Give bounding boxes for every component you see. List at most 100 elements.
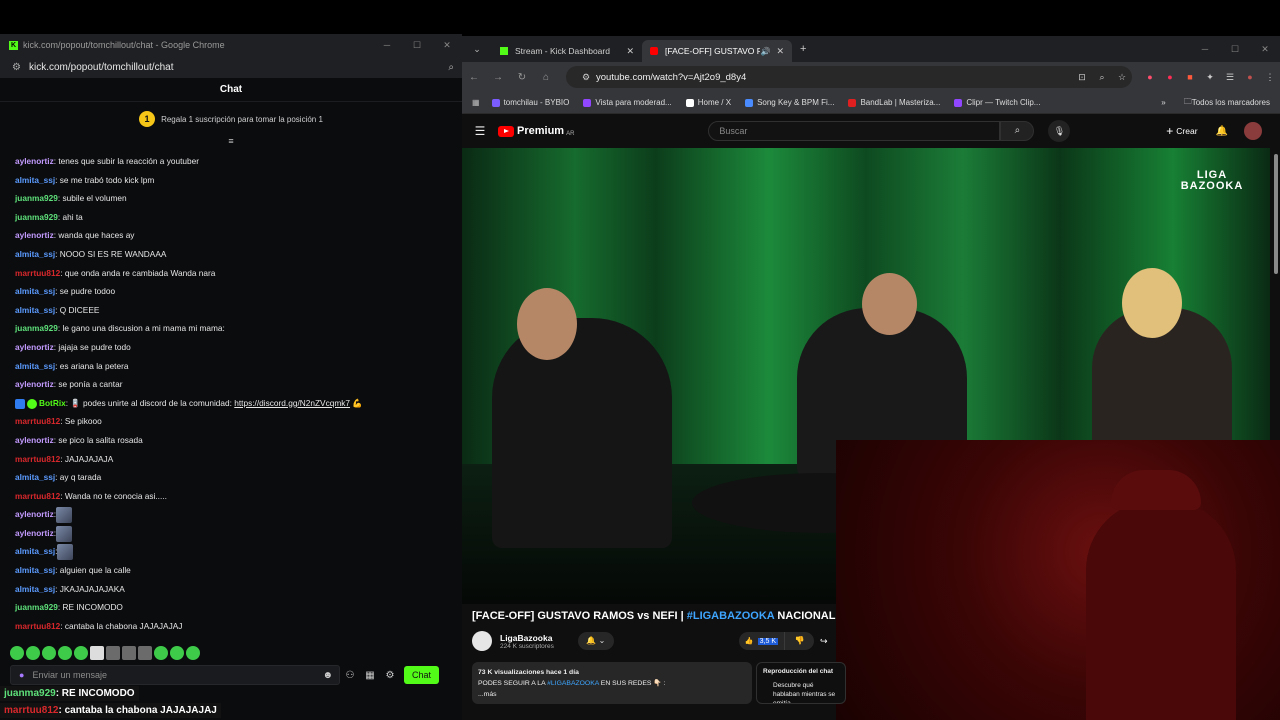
chat-message-input[interactable]: ● Enviar un mensaje ☻ [10,665,340,685]
bookmark-item[interactable]: Clipr — Twitch Clip... [954,98,1040,107]
back-icon[interactable]: ← [462,72,486,83]
tab-youtube-video[interactable]: [FACE-OFF] GUSTAVO RAMOS vs NEFI 🔊 ✕ [642,40,792,62]
emote[interactable] [154,646,168,660]
like-button[interactable]: 👍 3,5 K [738,632,784,650]
youtube-premium-logo[interactable]: Premium AR [498,125,574,137]
chat-settings-icon[interactable]: ⚙ [380,670,400,681]
emote[interactable] [42,646,56,660]
chat-username[interactable]: aylenortiz [15,528,54,538]
search-icon[interactable]: ⌕ [1000,121,1035,141]
page-scrollbar[interactable] [1274,154,1278,274]
emote[interactable] [138,646,152,660]
all-bookmarks-folder[interactable]: 🗀 Todos los marcadores [1184,96,1270,110]
chat-username[interactable]: almita_ssj [15,249,55,259]
store-icon[interactable]: ▦ [360,670,380,681]
voice-icon[interactable]: ● [19,670,24,680]
close-icon[interactable]: ✕ [1250,44,1280,55]
chat-username[interactable]: almita_ssj [15,305,55,315]
chat-link[interactable]: https://discord.gg/N2nZVcqmk7 [234,398,350,408]
video-title-hashtag[interactable]: #LIGABAZOOKA [687,610,775,622]
extension-icon[interactable]: ■ [1180,72,1200,82]
channel-info[interactable]: LigaBazooka 224 K suscriptores [500,633,554,650]
description-hashtag[interactable]: #LIGABAZOOKA [547,680,599,687]
forward-icon[interactable]: → [486,72,510,83]
chat-username[interactable]: aylenortiz [15,156,54,166]
mic-icon[interactable]: 🎙 [1048,120,1071,142]
avatar[interactable] [1244,122,1262,140]
bookmark-item[interactable]: BandLab | Masteriza... [848,98,940,107]
emote[interactable] [90,646,104,660]
emote[interactable] [106,646,120,660]
emoji-picker-icon[interactable]: ☻ [322,670,333,681]
chat-username[interactable]: aylenortiz [15,435,54,445]
bookmark-item[interactable]: tomchilau - BYBIO [491,98,569,107]
bookmark-item[interactable]: Song Key & BPM Fi... [745,98,834,107]
home-icon[interactable]: ⌂ [534,72,558,83]
chat-username[interactable]: aylenortiz [15,342,54,352]
chat-username[interactable]: almita_ssj [15,546,55,556]
more-bookmarks-icon[interactable]: » [1161,98,1165,107]
create-button[interactable]: + Crear [1166,124,1197,138]
extension-icon[interactable]: ● [1160,72,1180,82]
chat-username[interactable]: aylenortiz [15,230,54,240]
chat-username[interactable]: marrtuu812 [15,268,60,278]
chat-username[interactable]: aylenortiz [15,509,54,519]
pinned-collapse-icon[interactable]: ≡ [0,136,462,148]
chat-replay-panel[interactable]: Reproducción del chat Descubre qué habla… [756,662,846,704]
chat-username[interactable]: almita_ssj [15,361,55,371]
thumb-down-icon[interactable]: 👎 [784,632,814,650]
extension-icon[interactable]: ● [1140,72,1160,82]
notification-bell-button[interactable]: 🔔 ⌄ [577,632,614,650]
new-tab-icon[interactable]: + [800,43,806,55]
chat-username[interactable]: marrtuu812 [15,621,60,631]
chat-username[interactable]: juanma929 [15,193,58,203]
reading-list-icon[interactable]: ☰ [1220,72,1240,83]
emote[interactable] [58,646,72,660]
bookmark-item[interactable]: Vista para moderad... [583,98,672,107]
bookmark-item[interactable]: Home / X [685,98,731,107]
chat-username[interactable]: marrtuu812 [15,491,60,501]
send-chat-button[interactable]: Chat [404,666,440,684]
chat-username[interactable]: almita_ssj [15,565,55,575]
chrome-menu-icon[interactable]: ⋮ [1260,72,1280,83]
address-bar[interactable]: ⚙ youtube.com/watch?v=Ajt2o9_d8y4 ⊡ ⌕ ☆ [566,66,1132,88]
gift-subscription-banner[interactable]: 1 Regala 1 suscripción para tomar la pos… [0,102,462,136]
chat-username[interactable]: almita_ssj [15,286,55,296]
close-icon[interactable]: ✕ [432,40,462,51]
chat-username[interactable]: almita_ssj [15,472,55,482]
description-more[interactable]: ...más [478,689,746,700]
hamburger-menu-icon[interactable]: ☰ [462,124,498,138]
tab-kick-dashboard[interactable]: Stream - Kick Dashboard ✕ [492,40,642,62]
bell-icon[interactable]: 🔔 [1216,126,1228,137]
chat-username[interactable]: marrtuu812 [15,416,60,426]
youtube-search-input[interactable]: Buscar [708,121,1001,141]
zoom-icon[interactable]: ⌕ [448,62,454,73]
chat-username[interactable]: almita_ssj [15,584,55,594]
chat-username[interactable]: juanma929 [15,602,58,612]
site-settings-icon[interactable]: ⚙ [12,62,21,73]
channel-avatar[interactable] [472,631,492,651]
close-icon[interactable]: ✕ [776,46,784,57]
site-info-icon[interactable]: ⚙ [576,72,596,83]
audio-playing-icon[interactable]: 🔊 [760,47,770,56]
emote[interactable] [10,646,24,660]
video-description[interactable]: 73 K visualizaciones hace 1 día PODES SE… [472,662,752,704]
emote[interactable] [122,646,136,660]
bookmark-star-icon[interactable]: ☆ [1112,72,1132,83]
apps-grid-icon[interactable]: ▦ [472,98,480,107]
extensions-puzzle-icon[interactable]: ✦ [1200,72,1220,83]
minimize-icon[interactable]: ─ [1190,44,1220,54]
chat-username[interactable]: juanma929 [15,323,58,333]
emote[interactable] [170,646,184,660]
tab-search-icon[interactable]: ⌄ [462,44,492,55]
chat-username[interactable]: almita_ssj [15,175,55,185]
left-url-text[interactable]: kick.com/popout/tomchillout/chat [29,62,448,73]
maximize-icon[interactable]: ☐ [402,40,432,51]
share-icon[interactable]: ↪ [820,632,836,650]
minimize-icon[interactable]: ─ [372,40,402,50]
chat-username[interactable]: BotRix [39,398,66,408]
close-icon[interactable]: ✕ [626,46,634,57]
points-icon[interactable]: ⚇ [340,670,360,681]
profile-avatar[interactable]: ● [1240,72,1260,82]
install-icon[interactable]: ⊡ [1072,72,1092,83]
